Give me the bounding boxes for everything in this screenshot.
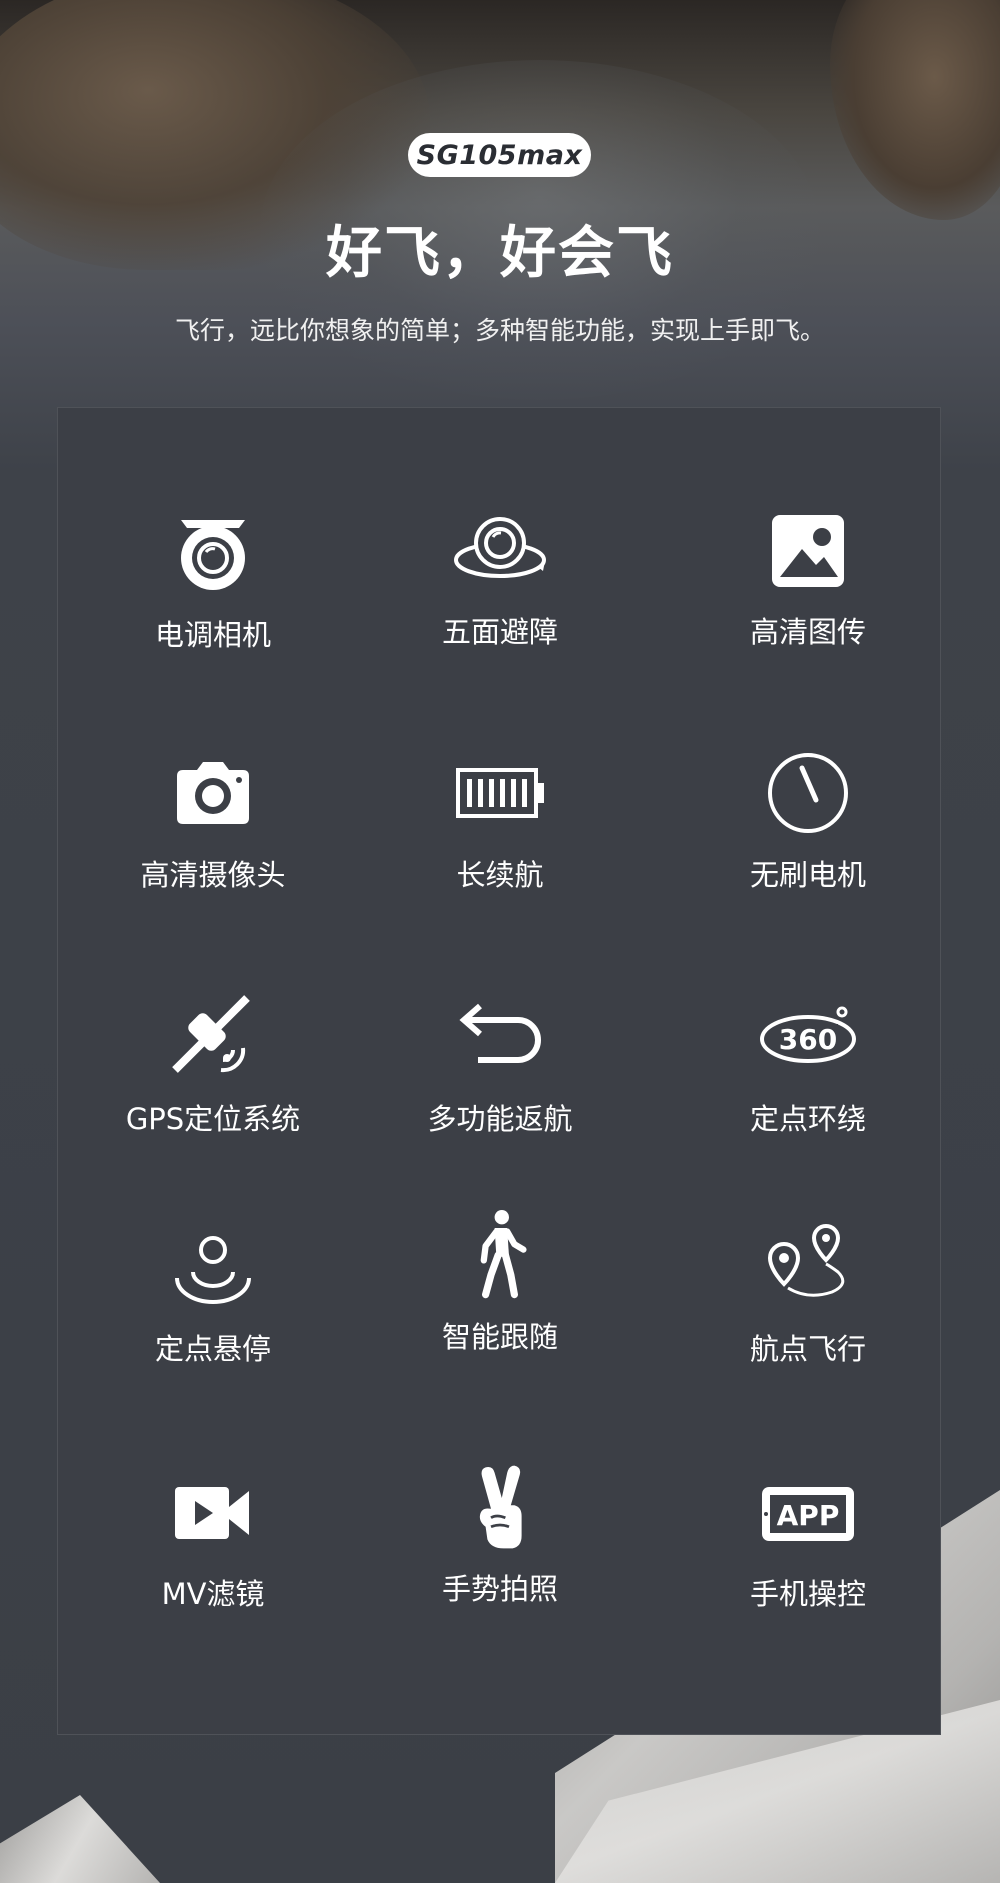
feature-label: 手势拍照 bbox=[441, 1572, 558, 1606]
svg-text:APP: APP bbox=[777, 1499, 840, 1532]
feature-label: 定点环绕 bbox=[749, 1102, 866, 1136]
feature-item-brushless-motor: 无刷电机 bbox=[678, 748, 938, 938]
feature-label: 航点飞行 bbox=[749, 1332, 866, 1366]
camera-lens-icon bbox=[158, 508, 268, 598]
feature-label: 无刷电机 bbox=[749, 858, 866, 892]
page-title: 好飞，好会飞 bbox=[326, 221, 674, 286]
feature-item-phone-control: APP 手机操控 bbox=[678, 1467, 938, 1657]
feature-item-orbit: 360 定点环绕 bbox=[678, 992, 938, 1182]
feature-label: 定点悬停 bbox=[154, 1332, 271, 1366]
svg-text:360: 360 bbox=[779, 1023, 837, 1056]
feature-item-hd-transmission: 高清图传 bbox=[678, 505, 938, 695]
feature-label: 智能跟随 bbox=[441, 1320, 558, 1354]
feature-item-gps: GPS定位系统 bbox=[83, 992, 343, 1182]
image-transmission-icon bbox=[753, 505, 863, 595]
feature-label: 高清图传 bbox=[749, 615, 866, 649]
feature-label: 手机操控 bbox=[749, 1577, 866, 1611]
feature-label: MV滤镜 bbox=[161, 1577, 265, 1611]
feature-item-hd-camera: 高清摄像头 bbox=[83, 748, 343, 938]
feature-label: 五面避障 bbox=[441, 615, 558, 649]
satellite-icon bbox=[158, 992, 268, 1082]
orbit-360-icon: 360 bbox=[753, 992, 863, 1082]
feature-item-obstacle-avoidance: 五面避障 bbox=[370, 505, 630, 695]
feature-item-esc-camera: 电调相机 bbox=[83, 508, 343, 698]
waypoint-icon bbox=[753, 1222, 863, 1312]
feature-item-hover: 定点悬停 bbox=[83, 1222, 343, 1412]
feature-label: 长续航 bbox=[456, 858, 544, 892]
return-arrow-icon bbox=[445, 992, 555, 1082]
hover-icon bbox=[158, 1222, 268, 1312]
page-subtitle: 飞行，远比你想象的简单；多种智能功能，实现上手即飞。 bbox=[174, 316, 825, 345]
feature-label: GPS定位系统 bbox=[125, 1102, 301, 1136]
feature-label: 高清摄像头 bbox=[140, 858, 286, 892]
walking-person-icon bbox=[445, 1210, 555, 1300]
battery-icon bbox=[445, 748, 555, 838]
feature-item-waypoint: 航点飞行 bbox=[678, 1222, 938, 1412]
obstacle-avoidance-icon bbox=[445, 505, 555, 595]
camera-icon bbox=[158, 748, 268, 838]
feature-label: 多功能返航 bbox=[427, 1102, 573, 1136]
feature-item-long-endurance: 长续航 bbox=[370, 748, 630, 938]
app-icon: APP bbox=[753, 1467, 863, 1557]
gauge-icon bbox=[753, 748, 863, 838]
feature-label: 电调相机 bbox=[154, 618, 271, 652]
video-camera-icon bbox=[158, 1467, 268, 1557]
feature-item-follow: 智能跟随 bbox=[370, 1210, 630, 1400]
model-badge: SG105max bbox=[408, 133, 591, 177]
feature-item-gesture-photo: 手势拍照 bbox=[370, 1462, 630, 1652]
victory-hand-icon bbox=[445, 1462, 555, 1552]
feature-item-return-home: 多功能返航 bbox=[370, 992, 630, 1182]
feature-item-mv-filter: MV滤镜 bbox=[83, 1467, 343, 1657]
